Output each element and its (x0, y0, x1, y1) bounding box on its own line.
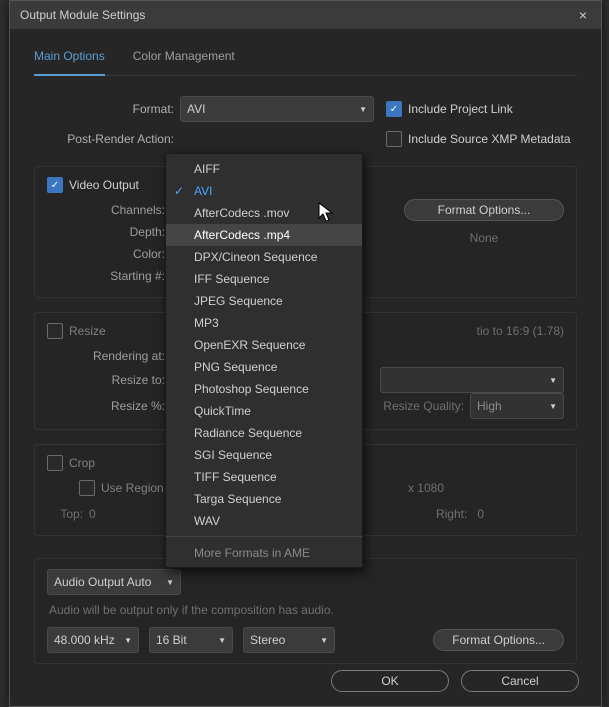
resize-checkbox[interactable]: Resize (47, 323, 106, 339)
checkbox-icon (47, 323, 63, 339)
chevron-down-icon: ▼ (541, 376, 557, 385)
crop-dims: x 1080 (408, 481, 564, 495)
include-project-link-checkbox[interactable]: ✓ Include Project Link (386, 101, 513, 117)
audio-rate-value: 48.000 kHz (54, 633, 115, 647)
cancel-button[interactable]: Cancel (461, 670, 579, 692)
chevron-down-icon: ▼ (210, 636, 226, 645)
checkbox-icon (79, 480, 95, 496)
format-option-avi[interactable]: AVI (166, 180, 362, 202)
chevron-down-icon: ▼ (312, 636, 328, 645)
resize-quality-label: Resize Quality: (383, 399, 470, 413)
audio-note: Audio will be output only if the composi… (47, 595, 564, 627)
tabs: Main Options Color Management (34, 49, 577, 76)
format-option-aftercodecs-mov[interactable]: AfterCodecs .mov (166, 202, 362, 224)
ok-button[interactable]: OK (331, 670, 449, 692)
include-xmp-checkbox[interactable]: Include Source XMP Metadata (386, 131, 571, 147)
use-region-label: Use Region (101, 481, 164, 495)
format-option-dpx-cineon[interactable]: DPX/Cineon Sequence (166, 246, 362, 268)
format-option-targa[interactable]: Targa Sequence (166, 488, 362, 510)
chevron-down-icon: ▼ (158, 578, 174, 587)
audio-rate-select[interactable]: 48.000 kHz ▼ (47, 627, 139, 653)
chevron-down-icon: ▼ (541, 402, 557, 411)
format-select[interactable]: AVI ▼ (180, 96, 374, 122)
checkbox-icon (47, 455, 63, 471)
include-project-link-label: Include Project Link (408, 102, 513, 116)
chevron-down-icon: ▼ (351, 105, 367, 114)
audio-channels-select[interactable]: Stereo ▼ (243, 627, 335, 653)
dialog-body: Main Options Color Management Format: AV… (10, 29, 601, 684)
resize-to-label: Resize to: (47, 373, 171, 387)
tab-color-management[interactable]: Color Management (133, 49, 235, 69)
format-option-iff[interactable]: IFF Sequence (166, 268, 362, 290)
format-option-aftercodecs-mp4[interactable]: AfterCodecs .mp4 (166, 224, 362, 246)
audio-output-mode-value: Audio Output Auto (54, 575, 151, 589)
audio-depth-select[interactable]: 16 Bit ▼ (149, 627, 233, 653)
color-label: Color: (47, 247, 171, 261)
check-icon: ✓ (386, 101, 402, 117)
starting-label: Starting #: (47, 269, 171, 283)
include-xmp-label: Include Source XMP Metadata (408, 132, 571, 146)
format-option-aiff[interactable]: AIFF (166, 158, 362, 180)
resize-pct-label: Resize %: (47, 399, 171, 413)
output-module-settings-dialog: Output Module Settings × Main Options Co… (9, 0, 602, 707)
resize-quality-value: High (477, 399, 502, 413)
crop-top-label: Top: (47, 507, 83, 521)
format-options-audio-button[interactable]: Format Options... (433, 629, 564, 651)
format-more-in-ame[interactable]: More Formats in AME (166, 541, 362, 563)
format-option-photoshop[interactable]: Photoshop Sequence (166, 378, 362, 400)
titlebar[interactable]: Output Module Settings × (10, 1, 601, 29)
format-option-tiff[interactable]: TIFF Sequence (166, 466, 362, 488)
audio-output-mode-select[interactable]: Audio Output Auto ▼ (47, 569, 181, 595)
video-output-checkbox[interactable]: ✓ Video Output (47, 177, 139, 193)
crop-checkbox[interactable]: Crop (47, 455, 95, 471)
audio-depth-value: 16 Bit (156, 633, 187, 647)
crop-top-value: 0 (89, 507, 96, 521)
resize-title: Resize (69, 324, 106, 338)
post-render-label: Post-Render Action: (34, 132, 180, 146)
depth-label: Depth: (47, 225, 171, 239)
video-none-text: None (404, 231, 564, 245)
format-option-sgi[interactable]: SGI Sequence (166, 444, 362, 466)
format-options-video-button[interactable]: Format Options... (404, 199, 564, 221)
tab-main-options[interactable]: Main Options (34, 49, 105, 76)
crop-title: Crop (69, 456, 95, 470)
resize-to-select[interactable]: ▼ (380, 367, 564, 393)
format-option-mp3[interactable]: MP3 (166, 312, 362, 334)
crop-right-label: Right: (436, 507, 471, 521)
video-output-title: Video Output (69, 178, 139, 192)
use-region-checkbox[interactable]: Use Region (79, 480, 164, 496)
format-option-wav[interactable]: WAV (166, 510, 362, 532)
format-label: Format: (34, 102, 180, 116)
channels-label: Channels: (47, 203, 171, 217)
dialog-title: Output Module Settings (20, 8, 575, 22)
format-value: AVI (187, 102, 205, 116)
format-row: Format: AVI ▼ ✓ Include Project Link (34, 96, 577, 122)
audio-section: Audio Output Auto ▼ Audio will be output… (34, 558, 577, 664)
post-render-row: Post-Render Action: ▼ Include Source XMP… (34, 126, 577, 152)
resize-quality-select[interactable]: High ▼ (470, 393, 564, 419)
checkbox-icon (386, 131, 402, 147)
format-option-png[interactable]: PNG Sequence (166, 356, 362, 378)
dialog-button-bar: OK Cancel (331, 670, 579, 692)
audio-channels-value: Stereo (250, 633, 285, 647)
format-option-quicktime[interactable]: QuickTime (166, 400, 362, 422)
check-icon: ✓ (47, 177, 63, 193)
rendering-at-label: Rendering at: (47, 349, 171, 363)
format-option-radiance[interactable]: Radiance Sequence (166, 422, 362, 444)
format-option-openexr[interactable]: OpenEXR Sequence (166, 334, 362, 356)
crop-right-value: 0 (477, 507, 564, 521)
format-option-jpeg[interactable]: JPEG Sequence (166, 290, 362, 312)
separator (166, 536, 362, 537)
close-icon[interactable]: × (575, 7, 591, 23)
format-dropdown[interactable]: AIFF AVI AfterCodecs .mov AfterCodecs .m… (165, 153, 363, 568)
lock-aspect-text: tio to 16:9 (1.78) (477, 324, 564, 338)
chevron-down-icon: ▼ (116, 636, 132, 645)
